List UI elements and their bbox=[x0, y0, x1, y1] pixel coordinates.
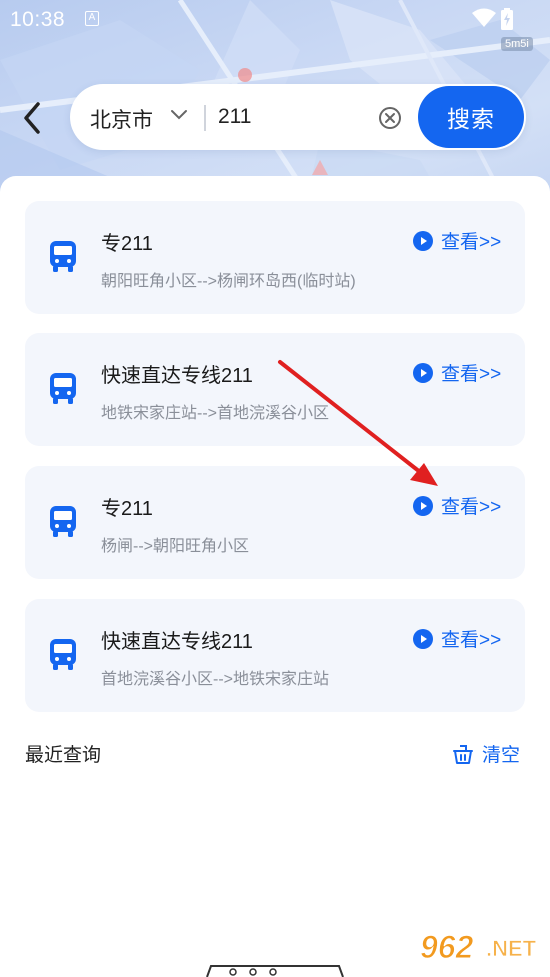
play-circle-icon bbox=[413, 362, 433, 383]
watermark-number: 962 bbox=[420, 929, 474, 965]
bus-icon bbox=[50, 639, 76, 670]
clear-history-button[interactable]: 清空 bbox=[452, 740, 520, 767]
view-route-link[interactable]: 查看>> bbox=[413, 492, 501, 519]
route-name: 专211 bbox=[101, 233, 153, 255]
notification-icon: A bbox=[85, 11, 99, 26]
play-circle-icon bbox=[413, 230, 433, 251]
status-time: 10:38 bbox=[10, 8, 66, 31]
view-route-label: 查看>> bbox=[441, 497, 502, 518]
play-circle-icon bbox=[413, 495, 433, 516]
play-circle-icon bbox=[413, 628, 433, 649]
network-speed-badge: 5m5i bbox=[501, 37, 533, 51]
route-path: 朝阳旺角小区-->杨闸环岛西(临时站) bbox=[101, 273, 356, 290]
status-bar: 10:38 A 5m5i bbox=[0, 0, 550, 51]
route-card[interactable]: 专211 杨闸-->朝阳旺角小区 查看>> bbox=[25, 466, 525, 579]
route-path: 杨闸-->朝阳旺角小区 bbox=[101, 538, 250, 555]
search-button[interactable]: 搜索 bbox=[418, 86, 524, 148]
bus-icon bbox=[50, 373, 76, 404]
view-route-label: 查看>> bbox=[441, 232, 502, 253]
clear-history-label: 清空 bbox=[482, 745, 521, 766]
bus-icon bbox=[50, 241, 76, 272]
bus-icon bbox=[50, 506, 76, 537]
route-name: 快速直达专线211 bbox=[101, 631, 253, 653]
route-card[interactable]: 快速直达专线211 首地浣溪谷小区-->地铁宋家庄站 查看>> bbox=[25, 599, 525, 712]
view-route-label: 查看>> bbox=[441, 364, 502, 385]
route-name: 快速直达专线211 bbox=[101, 365, 253, 387]
view-route-link[interactable]: 查看>> bbox=[413, 227, 501, 254]
back-button[interactable] bbox=[18, 100, 50, 136]
city-selector[interactable]: 北京市 bbox=[90, 104, 153, 134]
battery-icon bbox=[501, 8, 513, 30]
view-route-link[interactable]: 查看>> bbox=[413, 625, 501, 652]
route-path: 地铁宋家庄站-->首地浣溪谷小区 bbox=[101, 405, 330, 422]
route-card[interactable]: 快速直达专线211 地铁宋家庄站-->首地浣溪谷小区 查看>> bbox=[25, 333, 525, 446]
watermark-logo: 962 .NET 乐游网 bbox=[420, 929, 537, 977]
trash-icon bbox=[453, 744, 473, 764]
search-input[interactable] bbox=[218, 101, 358, 133]
search-bar: 北京市 搜索 bbox=[70, 84, 526, 150]
route-card[interactable]: 专211 朝阳旺角小区-->杨闸环岛西(临时站) 查看>> bbox=[25, 201, 525, 314]
divider bbox=[204, 105, 206, 131]
chevron-left-icon bbox=[24, 102, 40, 134]
recent-queries-title: 最近查询 bbox=[25, 745, 102, 766]
view-route-label: 查看>> bbox=[441, 630, 502, 651]
route-name: 专211 bbox=[101, 498, 153, 520]
view-route-link[interactable]: 查看>> bbox=[413, 359, 501, 386]
watermark-suffix: .NET bbox=[486, 936, 537, 961]
watermark-caption: 乐游网 bbox=[492, 961, 534, 976]
empty-state-illustration bbox=[206, 965, 344, 977]
clear-circle-icon[interactable] bbox=[378, 106, 402, 130]
wifi-icon bbox=[472, 8, 496, 27]
route-path: 首地浣溪谷小区-->地铁宋家庄站 bbox=[101, 671, 330, 688]
chevron-down-icon[interactable] bbox=[170, 108, 188, 122]
